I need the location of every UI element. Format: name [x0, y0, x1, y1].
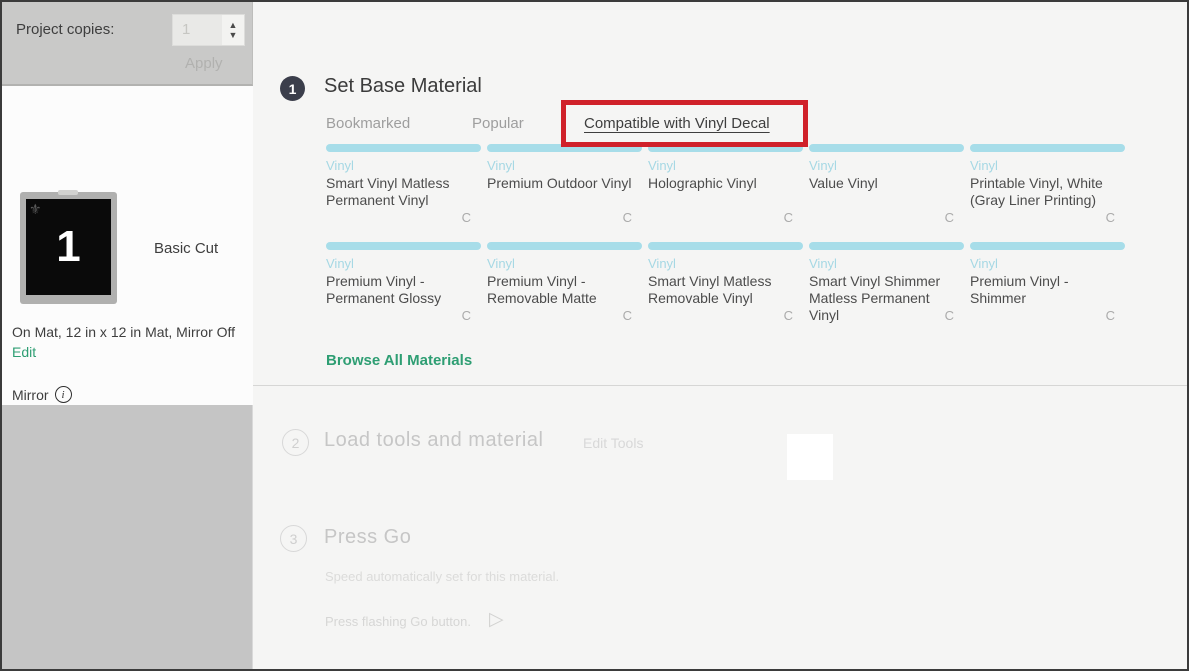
material-color-bar [487, 242, 642, 250]
step3-title: Press Go [324, 526, 411, 549]
material-category: Vinyl [648, 256, 803, 271]
mirror-row: Mirror i [12, 386, 72, 403]
material-card[interactable]: Vinyl Smart Vinyl Shimmer Matless Perman… [809, 242, 964, 320]
press-go-note: Press flashing Go button. [325, 614, 471, 629]
material-color-bar [487, 144, 642, 152]
material-name: Premium Vinyl - Shimmer [970, 273, 1125, 307]
browse-all-materials-link[interactable]: Browse All Materials [326, 352, 472, 369]
edit-mat-link[interactable]: Edit [12, 344, 36, 360]
compatibility-badge: C [462, 308, 471, 323]
material-card[interactable]: Vinyl Premium Outdoor Vinyl C [487, 144, 642, 222]
compatibility-badge: C [945, 210, 954, 225]
material-category: Vinyl [326, 256, 481, 271]
compatibility-badge: C [462, 210, 471, 225]
material-category: Vinyl [487, 158, 642, 173]
step3-number-badge: 3 [280, 525, 307, 552]
tab-compatible[interactable]: Compatible with Vinyl Decal [584, 115, 770, 132]
material-category: Vinyl [970, 158, 1125, 173]
mirror-label: Mirror [12, 387, 49, 403]
main-panel: 1 Set Base Material Bookmarked Popular C… [253, 2, 1189, 669]
copies-stepper[interactable]: ▲ ▼ [222, 15, 244, 45]
material-color-bar [970, 144, 1125, 152]
speed-note: Speed automatically set for this materia… [325, 569, 559, 584]
section-divider [253, 385, 1189, 386]
materials-row-1: Vinyl Smart Vinyl Matless Permanent Viny… [326, 144, 1125, 222]
material-card[interactable]: Vinyl Premium Vinyl - Removable Matte C [487, 242, 642, 320]
material-name: Premium Vinyl - Removable Matte [487, 273, 642, 307]
info-icon[interactable]: i [55, 386, 72, 403]
material-card[interactable]: Vinyl Smart Vinyl Matless Removable Viny… [648, 242, 803, 320]
material-card[interactable]: Vinyl Premium Vinyl - Shimmer C [970, 242, 1125, 320]
cut-type-label: Basic Cut [154, 240, 218, 257]
material-color-bar [648, 242, 803, 250]
mat-number: 1 [56, 222, 80, 272]
material-color-bar [648, 144, 803, 152]
make-it-screen: Project copies: 1 ▲ ▼ Apply ⚜ 1 Basic Cu… [0, 0, 1189, 671]
mat-thumbnail[interactable]: ⚜ 1 [20, 192, 117, 304]
compatibility-badge: C [623, 308, 632, 323]
material-category: Vinyl [648, 158, 803, 173]
material-name: Smart Vinyl Shimmer Matless Permanent Vi… [809, 273, 964, 324]
material-category: Vinyl [809, 256, 964, 271]
project-copies-value: 1 [182, 21, 190, 38]
redacted-area [787, 434, 833, 480]
material-name: Premium Vinyl - Permanent Glossy [326, 273, 481, 307]
material-category: Vinyl [970, 256, 1125, 271]
compatibility-badge: C [784, 308, 793, 323]
sidebar-empty-area [2, 405, 253, 671]
tab-popular[interactable]: Popular [472, 115, 524, 132]
material-category: Vinyl [809, 158, 964, 173]
compatibility-badge: C [1106, 210, 1115, 225]
tab-bookmarked[interactable]: Bookmarked [326, 115, 410, 132]
material-color-bar [809, 242, 964, 250]
material-category: Vinyl [326, 158, 481, 173]
mat-preview-section: ⚜ 1 Basic Cut On Mat, 12 in x 12 in Mat,… [2, 86, 253, 405]
step1-number-badge: 1 [280, 76, 305, 101]
material-card[interactable]: Vinyl Holographic Vinyl C [648, 144, 803, 222]
edit-tools-link[interactable]: Edit Tools [583, 435, 643, 451]
material-color-bar [809, 144, 964, 152]
material-card[interactable]: Vinyl Smart Vinyl Matless Permanent Viny… [326, 144, 481, 222]
materials-row-2: Vinyl Premium Vinyl - Permanent Glossy C… [326, 242, 1125, 320]
mat-info-text: On Mat, 12 in x 12 in Mat, Mirror Off [12, 324, 250, 340]
material-name: Value Vinyl [809, 175, 964, 192]
step2-number-badge: 2 [282, 429, 309, 456]
material-color-bar [326, 242, 481, 250]
material-card[interactable]: Vinyl Printable Vinyl, White (Gray Liner… [970, 144, 1125, 222]
stepper-down-icon[interactable]: ▼ [229, 31, 238, 39]
material-color-bar [326, 144, 481, 152]
design-preview-icon: ⚜ [29, 201, 42, 218]
material-name: Holographic Vinyl [648, 175, 803, 192]
material-card[interactable]: Vinyl Value Vinyl C [809, 144, 964, 222]
step2-title: Load tools and material [324, 429, 543, 452]
project-copies-panel: Project copies: 1 ▲ ▼ Apply [2, 2, 253, 86]
compatibility-badge: C [623, 210, 632, 225]
mat-preview-area: ⚜ 1 [26, 199, 111, 295]
material-category: Vinyl [487, 256, 642, 271]
apply-button[interactable]: Apply [185, 55, 223, 72]
compatibility-badge: C [784, 210, 793, 225]
material-color-bar [970, 242, 1125, 250]
go-button-icon: ▷ [489, 608, 504, 631]
stepper-up-icon[interactable]: ▲ [229, 21, 238, 29]
compatibility-badge: C [1106, 308, 1115, 323]
project-copies-label: Project copies: [16, 21, 114, 38]
step1-title: Set Base Material [324, 75, 482, 98]
material-card[interactable]: Vinyl Premium Vinyl - Permanent Glossy C [326, 242, 481, 320]
compatibility-badge: C [945, 308, 954, 323]
material-name: Premium Outdoor Vinyl [487, 175, 642, 192]
material-name: Smart Vinyl Matless Permanent Vinyl [326, 175, 481, 209]
mat-notch [58, 190, 78, 195]
sidebar: Project copies: 1 ▲ ▼ Apply ⚜ 1 Basic Cu… [2, 2, 253, 669]
material-name: Printable Vinyl, White (Gray Liner Print… [970, 175, 1125, 209]
material-name: Smart Vinyl Matless Removable Vinyl [648, 273, 803, 307]
project-copies-input[interactable]: 1 ▲ ▼ [172, 14, 245, 46]
